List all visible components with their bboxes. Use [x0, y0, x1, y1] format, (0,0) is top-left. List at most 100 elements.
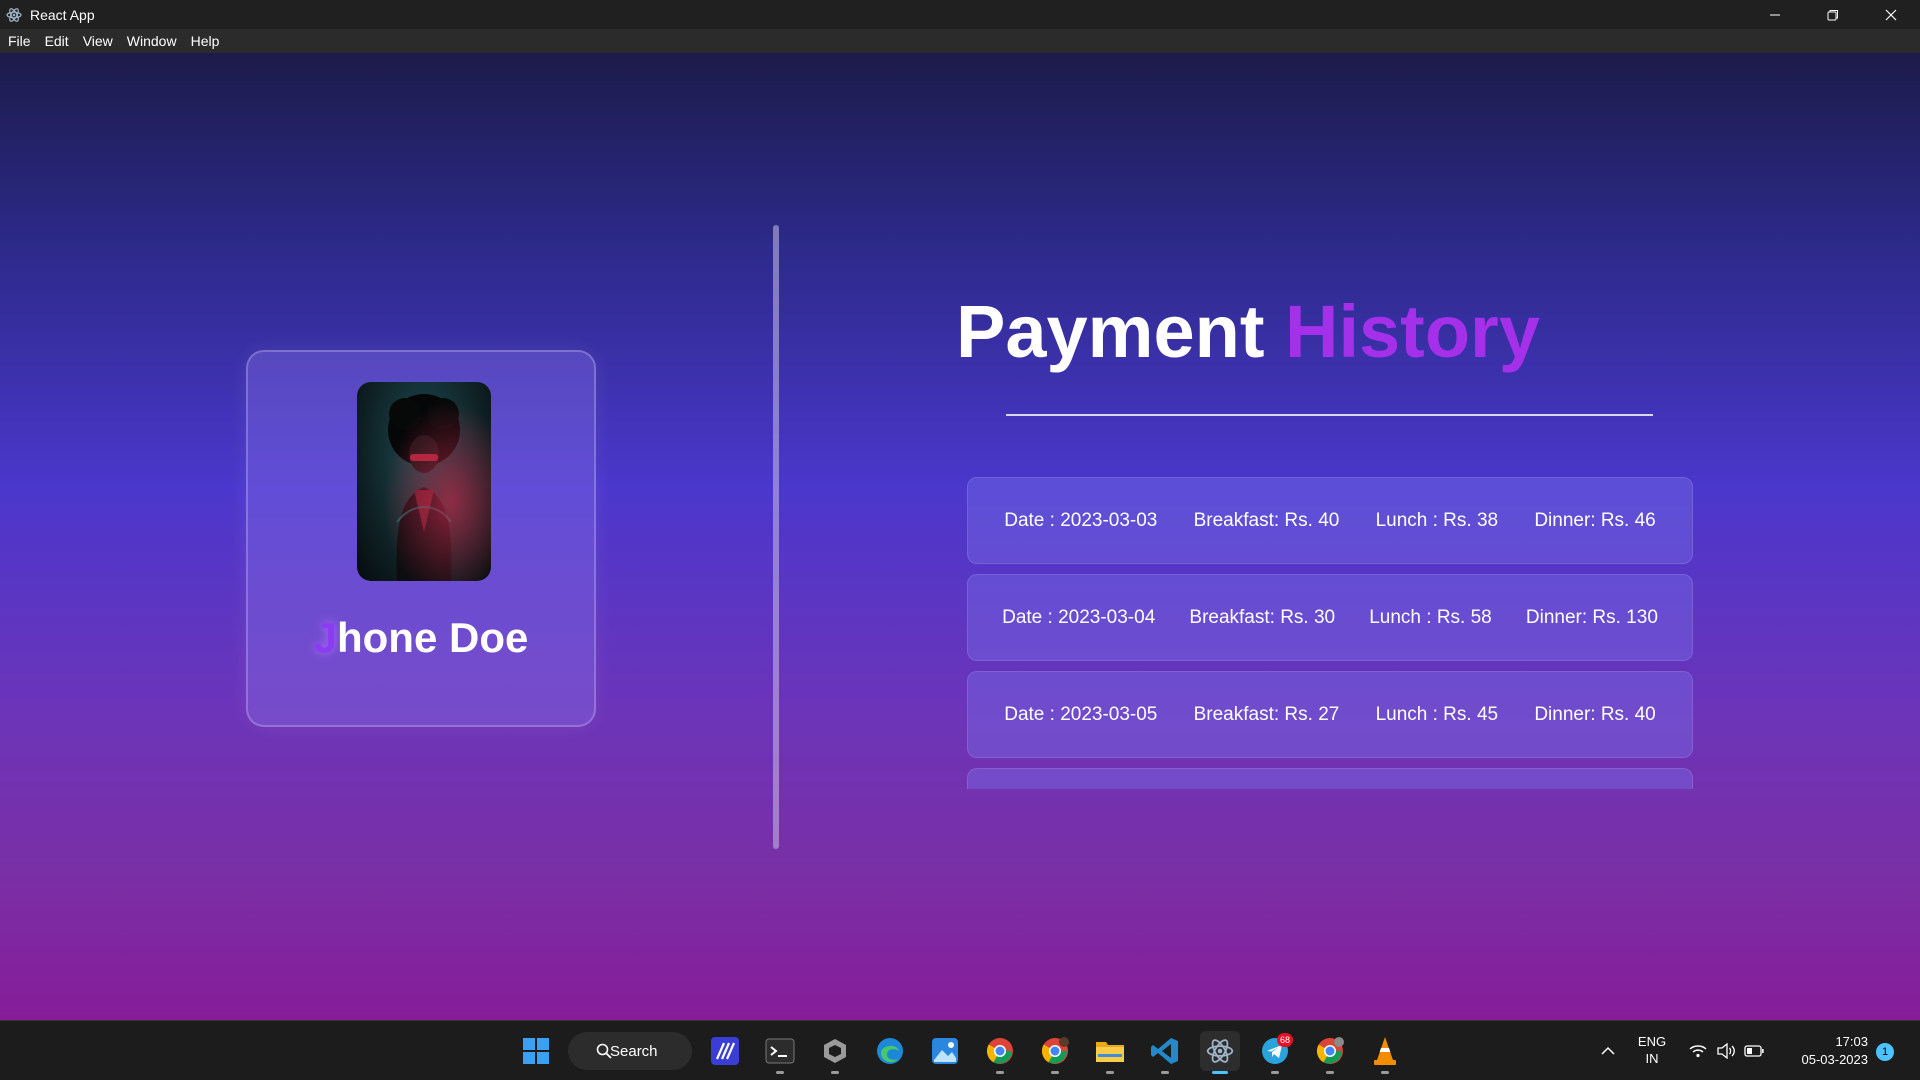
- taskbar-app-unity[interactable]: [815, 1031, 855, 1074]
- start-button[interactable]: [516, 1031, 556, 1071]
- row-date: Date : 2023-03-05: [1004, 703, 1158, 725]
- notification-count-badge[interactable]: 1: [1876, 1043, 1894, 1061]
- chrome-profile-icon: [1041, 1037, 1069, 1064]
- row-lunch: Lunch : Rs. 58: [1369, 606, 1492, 628]
- telegram-unread-badge: 68: [1277, 1033, 1293, 1047]
- chevron-up-icon: [1601, 1046, 1615, 1055]
- running-indicator: [776, 1071, 784, 1074]
- running-indicator: [1326, 1071, 1334, 1074]
- clock-time: 17:03: [1835, 1034, 1868, 1049]
- menu-file[interactable]: File: [2, 33, 37, 49]
- speaker-icon: [1717, 1043, 1735, 1059]
- unity-cube-icon: [824, 1039, 846, 1063]
- page-title: Payment History: [956, 289, 1540, 374]
- history-row: Date : 2023-03-04 Breakfast: Rs. 30 Lunc…: [967, 574, 1693, 661]
- taskbar-app-terminal[interactable]: [760, 1031, 800, 1074]
- window-controls: [1746, 0, 1920, 29]
- network-status[interactable]: [1684, 1021, 1712, 1080]
- running-indicator: [1106, 1071, 1114, 1074]
- search-icon: [596, 1043, 612, 1059]
- running-indicator: [1161, 1071, 1169, 1074]
- row-date: Date : 2023-03-04: [1002, 606, 1156, 628]
- taskbar-app-chrome-3[interactable]: [1310, 1031, 1350, 1074]
- search-label: Search: [610, 1042, 658, 1060]
- restore-button[interactable]: [1804, 0, 1862, 29]
- row-lunch: Lunch : Rs. 45: [1375, 703, 1499, 725]
- row-breakfast: Breakfast: Rs. 27: [1193, 703, 1340, 725]
- menu-window[interactable]: Window: [121, 33, 183, 49]
- window-titlebar: React App: [0, 0, 1920, 29]
- running-indicator: [996, 1071, 1004, 1074]
- vscode-icon: [1151, 1038, 1178, 1064]
- input-language-indicator[interactable]: ENG IN: [1630, 1033, 1674, 1067]
- row-dinner: Dinner: Rs. 46: [1534, 509, 1656, 531]
- clock-date: 05-03-2023: [1801, 1052, 1869, 1067]
- language-code: ENG: [1637, 1034, 1667, 1049]
- taskbar-app-vscode[interactable]: [1145, 1031, 1185, 1074]
- taskbar-app-edge[interactable]: [870, 1031, 910, 1071]
- profile-name-rest: hone Doe: [337, 614, 529, 661]
- battery-icon: [1744, 1045, 1764, 1057]
- minimize-button[interactable]: [1746, 0, 1804, 29]
- electron-app-icon: [1206, 1039, 1234, 1063]
- restore-icon: [1827, 9, 1838, 20]
- row-breakfast: Breakfast: Rs. 30: [1189, 606, 1336, 628]
- vlc-cone-icon: [1374, 1037, 1396, 1065]
- taskbar-app-photos[interactable]: [925, 1031, 965, 1071]
- row-lunch: Lunch : Rs. 38: [1375, 509, 1499, 531]
- chrome-profile-icon: [1316, 1037, 1344, 1064]
- minimize-icon: [1770, 14, 1780, 15]
- profile-name: Jhone Doe: [248, 614, 594, 662]
- running-indicator: [1271, 1071, 1279, 1074]
- row-dinner: Dinner: Rs. 40: [1534, 703, 1656, 725]
- photos-icon: [932, 1038, 958, 1064]
- close-icon: [1885, 9, 1897, 20]
- volume-control[interactable]: [1712, 1021, 1740, 1080]
- profile-name-initial: J: [313, 614, 337, 661]
- row-breakfast: Breakfast: Rs. 40: [1193, 509, 1340, 531]
- row-date: Date : 2023-03-03: [1004, 509, 1158, 531]
- taskbar-app-telegram[interactable]: 68: [1255, 1031, 1295, 1074]
- system-clock[interactable]: 17:03 05-03-2023: [1780, 1033, 1869, 1069]
- page-title-accent: History: [1285, 290, 1540, 373]
- running-indicator: [1051, 1071, 1059, 1074]
- battery-status[interactable]: [1740, 1021, 1768, 1080]
- payment-history-list[interactable]: Date : 2023-03-03 Breakfast: Rs. 40 Lunc…: [967, 477, 1693, 789]
- close-button[interactable]: [1862, 0, 1920, 29]
- region-code: IN: [1645, 1051, 1659, 1066]
- app-content: Jhone Doe Payment History Date : 2023-03…: [0, 53, 1920, 1020]
- title-underline: [1006, 414, 1653, 416]
- windows-start-icon: [523, 1038, 549, 1064]
- running-indicator: [831, 1071, 839, 1074]
- menu-edit[interactable]: Edit: [39, 33, 75, 49]
- wifi-icon: [1689, 1045, 1707, 1058]
- taskbar-search[interactable]: Search: [568, 1032, 692, 1070]
- row-dinner: Dinner: Rs. 130: [1525, 606, 1658, 628]
- taskbar-app-chrome-1[interactable]: [980, 1031, 1020, 1074]
- history-row: Date : 2023-03-03 Breakfast: Rs. 40 Lunc…: [967, 477, 1693, 564]
- taskbar-app-electron[interactable]: [1200, 1031, 1240, 1074]
- profile-card: Jhone Doe: [246, 350, 596, 727]
- taskbar: Search 68 ENG IN 17:03 05-03-2023 1: [0, 1020, 1920, 1080]
- menu-help[interactable]: Help: [185, 33, 226, 49]
- avatar-portrait-image: [357, 382, 491, 581]
- show-hidden-icons-button[interactable]: [1596, 1021, 1620, 1080]
- vertical-divider: [773, 225, 779, 849]
- menu-view[interactable]: View: [77, 33, 119, 49]
- taskbar-app-explorer[interactable]: [1090, 1031, 1130, 1074]
- page-title-main: Payment: [956, 290, 1265, 373]
- avatar: [357, 382, 491, 581]
- running-indicator: [1381, 1071, 1389, 1074]
- electron-app-icon: [6, 7, 22, 23]
- window-title: React App: [30, 6, 95, 23]
- active-indicator: [1212, 1071, 1228, 1074]
- history-row: Date : 2023-03-05 Breakfast: Rs. 27 Lunc…: [967, 671, 1693, 758]
- chrome-icon: [986, 1038, 1013, 1064]
- taskbar-app-vlc[interactable]: [1365, 1031, 1405, 1074]
- edge-browser-icon: [877, 1038, 903, 1064]
- taskbar-app-chrome-2[interactable]: [1035, 1031, 1075, 1074]
- folder-icon: [1096, 1042, 1124, 1062]
- taskbar-app-ai[interactable]: [705, 1031, 745, 1071]
- terminal-icon: [765, 1038, 795, 1064]
- menu-bar: File Edit View Window Help: [0, 29, 1920, 53]
